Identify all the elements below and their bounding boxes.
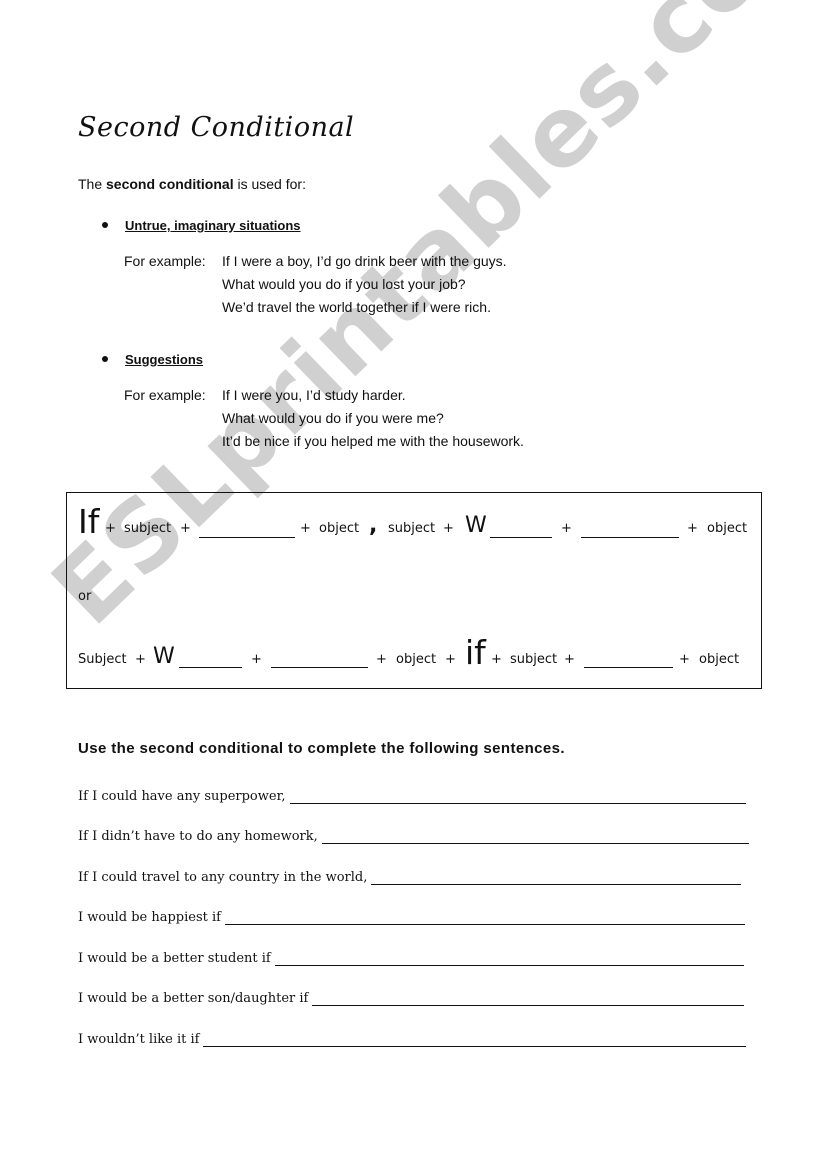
sentence-prompt: If I could travel to any country in the … (78, 870, 368, 885)
example-sentence: If I were you, I’d study harder. (222, 387, 406, 403)
formula-comma: , (369, 513, 378, 538)
exercise-item: I would be a better son/daughter if (78, 991, 744, 1006)
formula-subject: subject (388, 521, 436, 536)
formula-if: if (465, 633, 486, 672)
example-label: For example: (124, 387, 206, 403)
example-sentence: It’d be nice if you helped me with the h… (222, 433, 524, 449)
blank-line (199, 537, 295, 538)
bullet-suggestions: Suggestions (102, 351, 203, 367)
example-sentence: If I were a boy, I’d go drink beer with … (222, 253, 507, 269)
exercise-heading: Use the second conditional to complete t… (78, 740, 565, 757)
plus-sign: + (491, 652, 502, 667)
example-sentence: What would you do if you lost your job? (222, 276, 466, 292)
example-sentence: What would you do if you were me? (222, 410, 444, 426)
plus-sign: + (443, 521, 454, 536)
answer-line[interactable] (321, 829, 749, 844)
bullet-icon (102, 222, 108, 229)
blank-line (584, 667, 673, 668)
formula-if: If (78, 502, 100, 541)
answer-line[interactable] (203, 1032, 746, 1047)
exercise-item: I would be a better student if (78, 951, 744, 966)
plus-sign: + (300, 521, 311, 536)
plus-sign: + (105, 521, 116, 536)
bullet-icon (102, 356, 108, 363)
plus-sign: + (564, 652, 575, 667)
blank-line (271, 667, 368, 668)
formula-object: object (699, 652, 740, 667)
sentence-prompt: I would be happiest if (78, 910, 221, 925)
sentence-prompt: I wouldn’t like it if (78, 1032, 200, 1047)
plus-sign: + (135, 652, 146, 667)
sentence-prompt: I would be a better student if (78, 951, 271, 966)
exercise-item: I wouldn’t like it if (78, 1032, 746, 1047)
example-sentence: We’d travel the world together if I were… (222, 299, 491, 315)
formula-object: object (707, 521, 748, 536)
answer-line[interactable] (371, 870, 741, 885)
formula-box: If + subject + + object , subject + W + … (66, 492, 762, 689)
plus-sign: + (180, 521, 191, 536)
exercise-item: I would be happiest if (78, 910, 745, 925)
exercise-item: If I could have any superpower, (78, 789, 746, 804)
sentence-prompt: If I didn’t have to do any homework, (78, 829, 318, 844)
formula-or: or (78, 589, 92, 604)
formula-object: object (396, 652, 437, 667)
exercise-item: If I could travel to any country in the … (78, 870, 741, 885)
plus-sign: + (679, 652, 690, 667)
formula-object: object (319, 521, 360, 536)
answer-line[interactable] (274, 951, 744, 966)
formula-w: W (153, 644, 175, 669)
formula-subject: subject (124, 521, 172, 536)
plus-sign: + (376, 652, 387, 667)
formula-w: W (465, 513, 487, 538)
formula-subject: subject (510, 652, 558, 667)
blank-line (179, 667, 242, 668)
plus-sign: + (687, 521, 698, 536)
bullet-untrue-situations: Untrue, imaginary situations (102, 217, 301, 233)
formula-subject: Subject (78, 652, 127, 667)
page-title: Second Conditional (78, 112, 355, 143)
intro-text: The second conditional is used for: (78, 176, 306, 192)
blank-line (581, 537, 679, 538)
answer-line[interactable] (289, 789, 746, 804)
answer-line[interactable] (312, 991, 744, 1006)
sentence-prompt: I would be a better son/daughter if (78, 991, 309, 1006)
plus-sign: + (445, 652, 456, 667)
example-label: For example: (124, 253, 206, 269)
sentence-prompt: If I could have any superpower, (78, 789, 286, 804)
plus-sign: + (561, 521, 572, 536)
exercise-item: If I didn’t have to do any homework, (78, 829, 749, 844)
answer-line[interactable] (224, 910, 745, 925)
plus-sign: + (251, 652, 262, 667)
blank-line (490, 537, 552, 538)
